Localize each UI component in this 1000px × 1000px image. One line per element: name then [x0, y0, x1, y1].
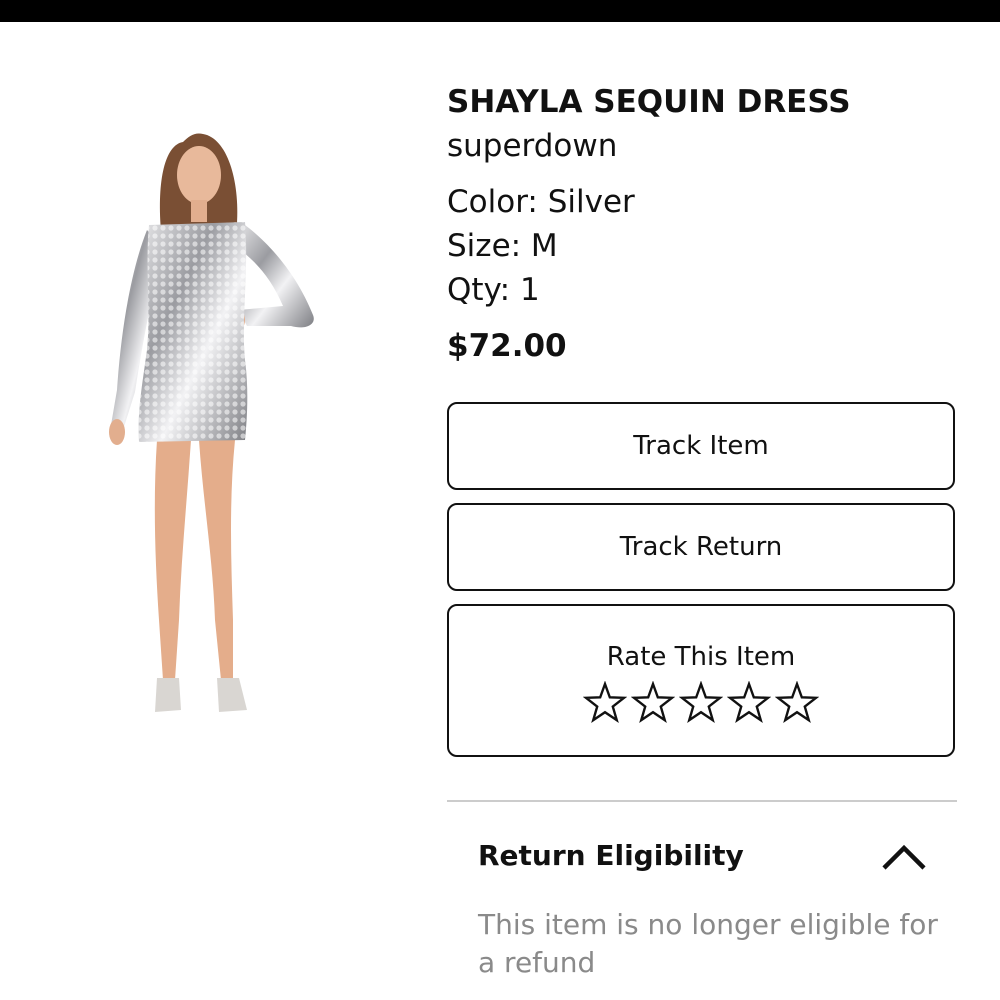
status-bar — [0, 0, 1000, 22]
product-title: SHAYLA SEQUIN DRESS — [447, 84, 851, 120]
rate-item-box: Rate This Item — [447, 604, 955, 757]
product-size: Size: M — [447, 228, 558, 264]
product-info: SHAYLA SEQUIN DRESS superdown Color: Sil… — [447, 80, 967, 368]
star-outline-icon[interactable] — [583, 681, 627, 725]
return-eligibility-title: Return Eligibility — [478, 839, 744, 872]
section-divider — [447, 800, 957, 802]
product-brand: superdown — [447, 128, 618, 164]
track-item-button[interactable]: Track Item — [447, 402, 955, 490]
track-return-button[interactable]: Track Return — [447, 503, 955, 591]
product-image — [109, 133, 314, 712]
star-rating — [449, 681, 953, 725]
rate-item-label: Rate This Item — [606, 642, 796, 672]
product-qty: Qty: 1 — [447, 272, 540, 308]
product-color: Color: Silver — [447, 184, 635, 220]
star-outline-icon[interactable] — [727, 681, 771, 725]
star-outline-icon[interactable] — [679, 681, 723, 725]
return-eligibility-message: This item is no longer eligible for a re… — [478, 908, 938, 979]
star-outline-icon[interactable] — [631, 681, 675, 725]
star-outline-icon[interactable] — [775, 681, 819, 725]
product-price: $72.00 — [447, 328, 567, 364]
chevron-up-icon[interactable] — [880, 838, 928, 874]
